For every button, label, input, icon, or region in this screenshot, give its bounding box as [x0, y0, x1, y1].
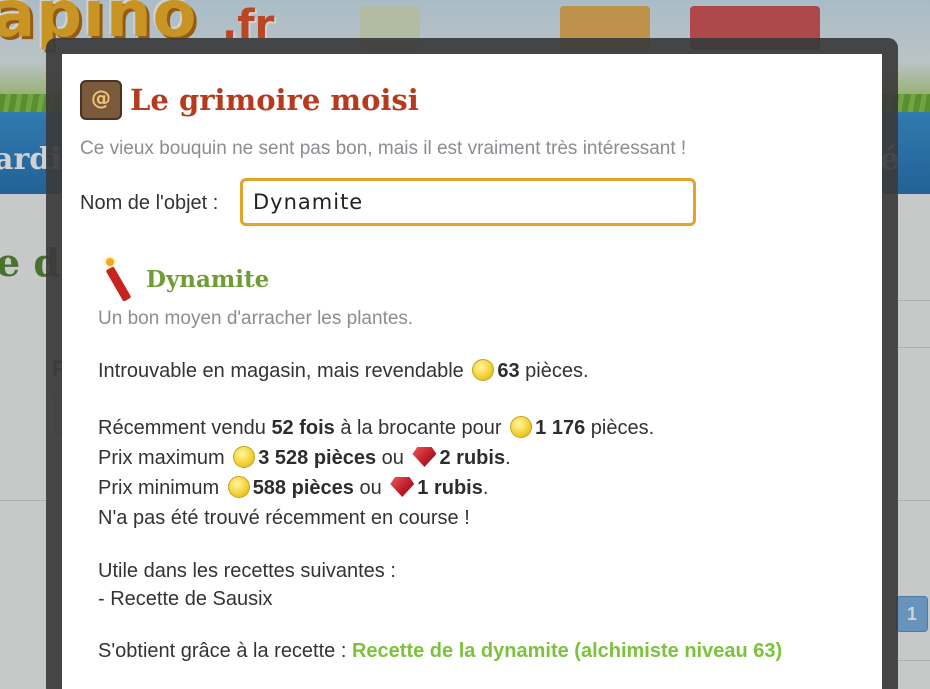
- obtained-label: S'obtient grâce à la recette :: [98, 640, 347, 662]
- object-name-label: Nom de l'objet :: [80, 192, 219, 214]
- resale-price: 63: [497, 360, 520, 382]
- or-text: ou: [381, 447, 404, 469]
- coins-unit: pièces.: [525, 360, 589, 382]
- shop-text: Introuvable en magasin, mais revendable: [98, 360, 464, 382]
- obtained-info: S'obtient grâce à la recette : Recette d…: [98, 636, 782, 666]
- ruby-icon: [412, 447, 437, 467]
- max-rubies: 2 rubis: [439, 447, 506, 469]
- recipes-heading: Utile dans les recettes suivantes :: [98, 560, 396, 582]
- period: .: [482, 477, 489, 499]
- min-rubies: 1 rubis: [417, 477, 483, 499]
- gold-coin-icon: [227, 476, 250, 498]
- shop-info: Introuvable en magasin, mais revendable …: [98, 356, 589, 386]
- max-coins: 3 528 pièces: [258, 447, 377, 469]
- gold-coin-icon: [510, 416, 533, 438]
- max-label: Prix maximum: [98, 447, 225, 469]
- recent-unit: pièces.: [590, 417, 655, 439]
- min-price: Prix minimum 588 pièces ou 1 rubis.: [98, 473, 488, 503]
- object-name-input[interactable]: [240, 178, 696, 226]
- period: .: [505, 447, 511, 469]
- gold-coin-icon: [472, 359, 495, 381]
- recent-mid: à la brocante pour: [340, 417, 502, 439]
- or-text: ou: [359, 477, 382, 499]
- min-coins: 588 pièces: [252, 477, 354, 499]
- item-description: Un bon moyen d'arracher les plantes.: [98, 308, 414, 329]
- dialog-subtitle: Ce vieux bouquin ne sent pas bon, mais i…: [80, 138, 687, 159]
- grimoire-dialog: Le grimoire moisi Ce vieux bouquin ne se…: [62, 54, 882, 689]
- dialog-title-row: Le grimoire moisi: [80, 80, 419, 120]
- max-price: Prix maximum 3 528 pièces ou 2 rubis.: [98, 443, 511, 473]
- gold-coin-icon: [233, 446, 256, 468]
- recent-count: 52 fois: [271, 417, 335, 439]
- recent-prefix: Récemment vendu: [98, 417, 266, 439]
- item-name: Dynamite: [146, 265, 270, 293]
- ruby-icon: [390, 477, 415, 497]
- dynamite-icon: [104, 258, 134, 302]
- min-label: Prix minimum: [98, 477, 220, 499]
- recipe-list-item: - Recette de Sausix: [98, 588, 273, 610]
- recent-sales: Récemment vendu 52 fois à la brocante po…: [98, 413, 654, 443]
- grimoire-book-icon: [80, 80, 122, 120]
- dialog-title: Le grimoire moisi: [130, 83, 419, 117]
- recent-price: 1 176: [535, 417, 586, 439]
- race-info: N'a pas été trouvé récemment en course !: [98, 507, 470, 529]
- item-header: Dynamite: [104, 258, 270, 302]
- recipe-link[interactable]: Recette de la dynamite (alchimiste nivea…: [352, 640, 782, 662]
